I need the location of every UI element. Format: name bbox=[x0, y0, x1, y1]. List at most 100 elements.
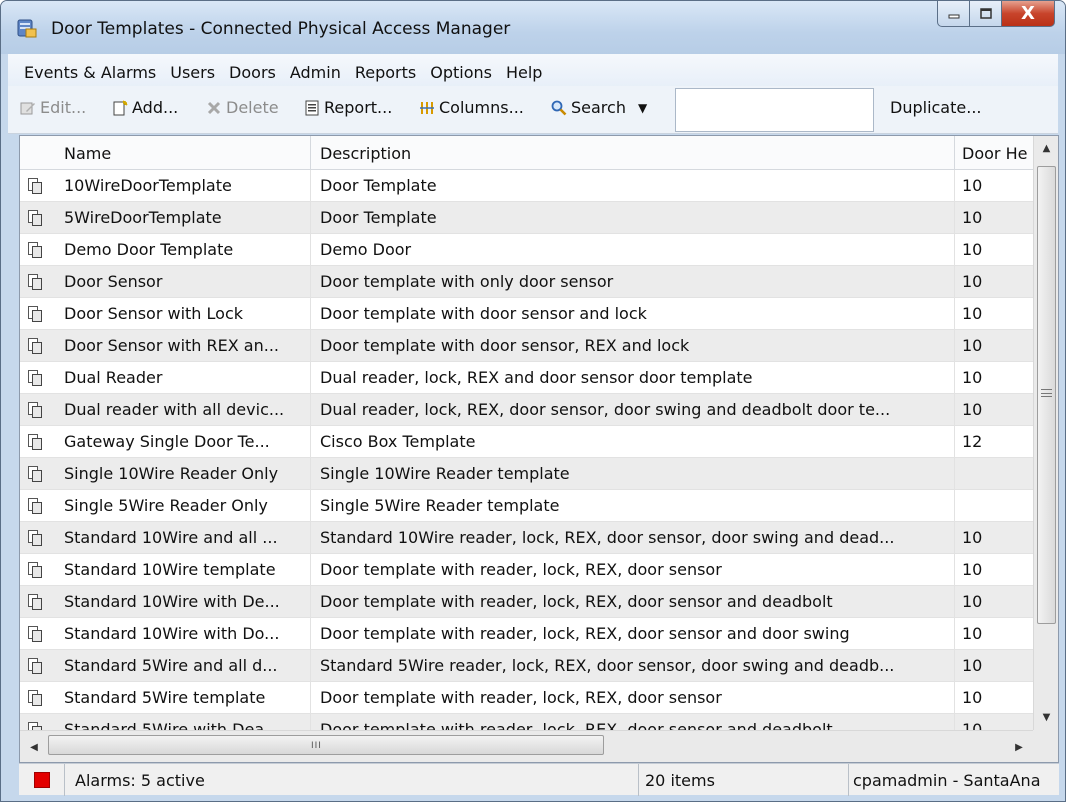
row-name: Standard 10Wire template bbox=[64, 560, 276, 579]
table-row[interactable]: 10WireDoorTemplate Door Template 10 bbox=[20, 170, 1033, 202]
door-template-icon bbox=[28, 466, 42, 482]
row-door-value: 12 bbox=[962, 432, 983, 451]
scroll-left-button[interactable]: ◀ bbox=[22, 735, 46, 759]
search-input[interactable] bbox=[675, 88, 874, 132]
add-button[interactable]: Add... bbox=[112, 98, 178, 117]
search-dropdown-icon[interactable]: ▼ bbox=[638, 101, 647, 115]
table-row[interactable]: Standard 10Wire and all ... Standard 10Wi… bbox=[20, 522, 1033, 554]
table-row[interactable]: Single 10Wire Reader Only Single 10Wire R… bbox=[20, 458, 1033, 490]
door-templates-table: Name Description Door He 10WireDoorTempl… bbox=[19, 135, 1059, 763]
minimize-icon bbox=[948, 14, 959, 18]
column-divider bbox=[954, 266, 955, 298]
menu-options[interactable]: Options bbox=[430, 63, 492, 82]
row-name: Dual Reader bbox=[64, 368, 163, 387]
column-divider bbox=[310, 618, 311, 650]
menu-users[interactable]: Users bbox=[170, 63, 215, 82]
door-template-icon bbox=[28, 306, 42, 322]
scroll-down-button[interactable]: ▼ bbox=[1034, 705, 1058, 730]
table-row[interactable]: Single 5Wire Reader Only Single 5Wire Rea… bbox=[20, 490, 1033, 522]
horizontal-scrollbar[interactable]: ◀ III ▶ bbox=[20, 730, 1033, 762]
row-description: Demo Door bbox=[320, 240, 412, 259]
column-divider bbox=[954, 298, 955, 330]
column-header-name[interactable]: Name bbox=[64, 144, 304, 163]
row-door-value: 10 bbox=[962, 240, 983, 259]
scroll-left-icon: ◀ bbox=[30, 741, 38, 753]
minimize-button[interactable] bbox=[937, 1, 970, 27]
scroll-right-button[interactable]: ▶ bbox=[1007, 735, 1031, 759]
row-door-value: 10 bbox=[962, 272, 983, 291]
maximize-button[interactable] bbox=[970, 1, 1002, 27]
menu-doors[interactable]: Doors bbox=[229, 63, 276, 82]
table-row[interactable]: Standard 10Wire with De... Door template … bbox=[20, 586, 1033, 618]
column-divider bbox=[954, 234, 955, 266]
title-bar[interactable]: Door Templates - Connected Physical Acce… bbox=[1, 1, 1065, 54]
row-door-value: 10 bbox=[962, 336, 983, 355]
close-button[interactable]: X bbox=[1002, 1, 1055, 27]
vertical-scrollbar[interactable]: ▲ ▼ bbox=[1033, 136, 1058, 730]
table-row[interactable]: Door Sensor with REX an... Door template … bbox=[20, 330, 1033, 362]
column-header-description[interactable]: Description bbox=[320, 144, 950, 163]
vertical-scroll-thumb[interactable] bbox=[1037, 166, 1056, 624]
report-button[interactable]: Report... bbox=[304, 98, 392, 117]
column-divider bbox=[310, 490, 311, 522]
table-row[interactable]: Dual Reader Dual reader, lock, REX and do… bbox=[20, 362, 1033, 394]
table-row[interactable]: Gateway Single Door Te... Cisco Box Templ… bbox=[20, 426, 1033, 458]
search-button[interactable]: Search ▼ bbox=[551, 98, 647, 117]
alarms-status[interactable]: Alarms: 5 active bbox=[65, 764, 639, 796]
door-template-icon bbox=[28, 242, 42, 258]
close-icon: X bbox=[1021, 3, 1035, 24]
app-database-icon bbox=[17, 19, 37, 38]
column-divider bbox=[310, 554, 311, 586]
table-row[interactable]: 5WireDoorTemplate Door Template 10 bbox=[20, 202, 1033, 234]
column-divider bbox=[954, 458, 955, 490]
row-description: Dual reader, lock, REX and door sensor d… bbox=[320, 368, 753, 387]
row-name: Demo Door Template bbox=[64, 240, 234, 259]
row-name: Single 10Wire Reader Only bbox=[64, 464, 279, 483]
row-name: Door Sensor with Lock bbox=[64, 304, 244, 323]
column-divider[interactable] bbox=[310, 136, 311, 170]
scroll-up-button[interactable]: ▲ bbox=[1034, 136, 1058, 161]
horizontal-scroll-thumb[interactable]: III bbox=[48, 735, 604, 755]
row-name: Door Sensor with REX an... bbox=[64, 336, 279, 355]
table-row[interactable]: Standard 5Wire and all d... Standard 5Wir… bbox=[20, 650, 1033, 682]
column-divider bbox=[954, 170, 955, 202]
column-divider bbox=[310, 202, 311, 234]
app-window: Door Templates - Connected Physical Acce… bbox=[0, 0, 1066, 802]
row-door-value: 10 bbox=[962, 400, 983, 419]
grip-icon bbox=[1041, 389, 1052, 397]
table-row[interactable]: Demo Door Template Demo Door 10 bbox=[20, 234, 1033, 266]
row-description: Door template with reader, lock, REX, do… bbox=[320, 592, 833, 611]
table-row[interactable]: Dual reader with all devic... Dual reader… bbox=[20, 394, 1033, 426]
column-divider bbox=[954, 426, 955, 458]
edit-button[interactable]: Edit... bbox=[20, 98, 86, 117]
menu-events-alarms[interactable]: Events & Alarms bbox=[24, 63, 156, 82]
column-divider[interactable] bbox=[954, 136, 955, 170]
row-door-value: 10 bbox=[962, 688, 983, 707]
scroll-right-icon: ▶ bbox=[1015, 741, 1023, 753]
column-header-door[interactable]: Door He bbox=[962, 144, 1028, 163]
table-row[interactable]: Standard 5Wire template Door template wit… bbox=[20, 682, 1033, 714]
row-description: Door template with only door sensor bbox=[320, 272, 614, 291]
duplicate-button[interactable]: Duplicate... bbox=[890, 98, 981, 117]
table-row[interactable]: Standard 10Wire template Door template wi… bbox=[20, 554, 1033, 586]
table-row[interactable]: Door Sensor Door template with only door … bbox=[20, 266, 1033, 298]
table-row[interactable]: Door Sensor with Lock Door template with … bbox=[20, 298, 1033, 330]
menu-help[interactable]: Help bbox=[506, 63, 542, 82]
menu-reports[interactable]: Reports bbox=[355, 63, 416, 82]
table-row[interactable]: Standard 10Wire with Do... Door template … bbox=[20, 618, 1033, 650]
alarm-indicator[interactable] bbox=[19, 764, 65, 796]
row-name: Standard 5Wire template bbox=[64, 688, 266, 707]
door-template-icon bbox=[28, 626, 42, 642]
column-divider bbox=[954, 618, 955, 650]
column-divider bbox=[954, 682, 955, 714]
row-name: 10WireDoorTemplate bbox=[64, 176, 232, 195]
maximize-icon bbox=[979, 7, 992, 19]
toolbar: Edit... Add... Delete Report... Columns.… bbox=[8, 86, 1058, 134]
columns-button[interactable]: Columns... bbox=[419, 98, 524, 117]
menu-admin[interactable]: Admin bbox=[290, 63, 341, 82]
column-divider bbox=[310, 170, 311, 202]
column-divider bbox=[310, 682, 311, 714]
column-divider bbox=[310, 586, 311, 618]
door-template-icon bbox=[28, 530, 42, 546]
delete-button[interactable]: Delete bbox=[206, 98, 279, 117]
